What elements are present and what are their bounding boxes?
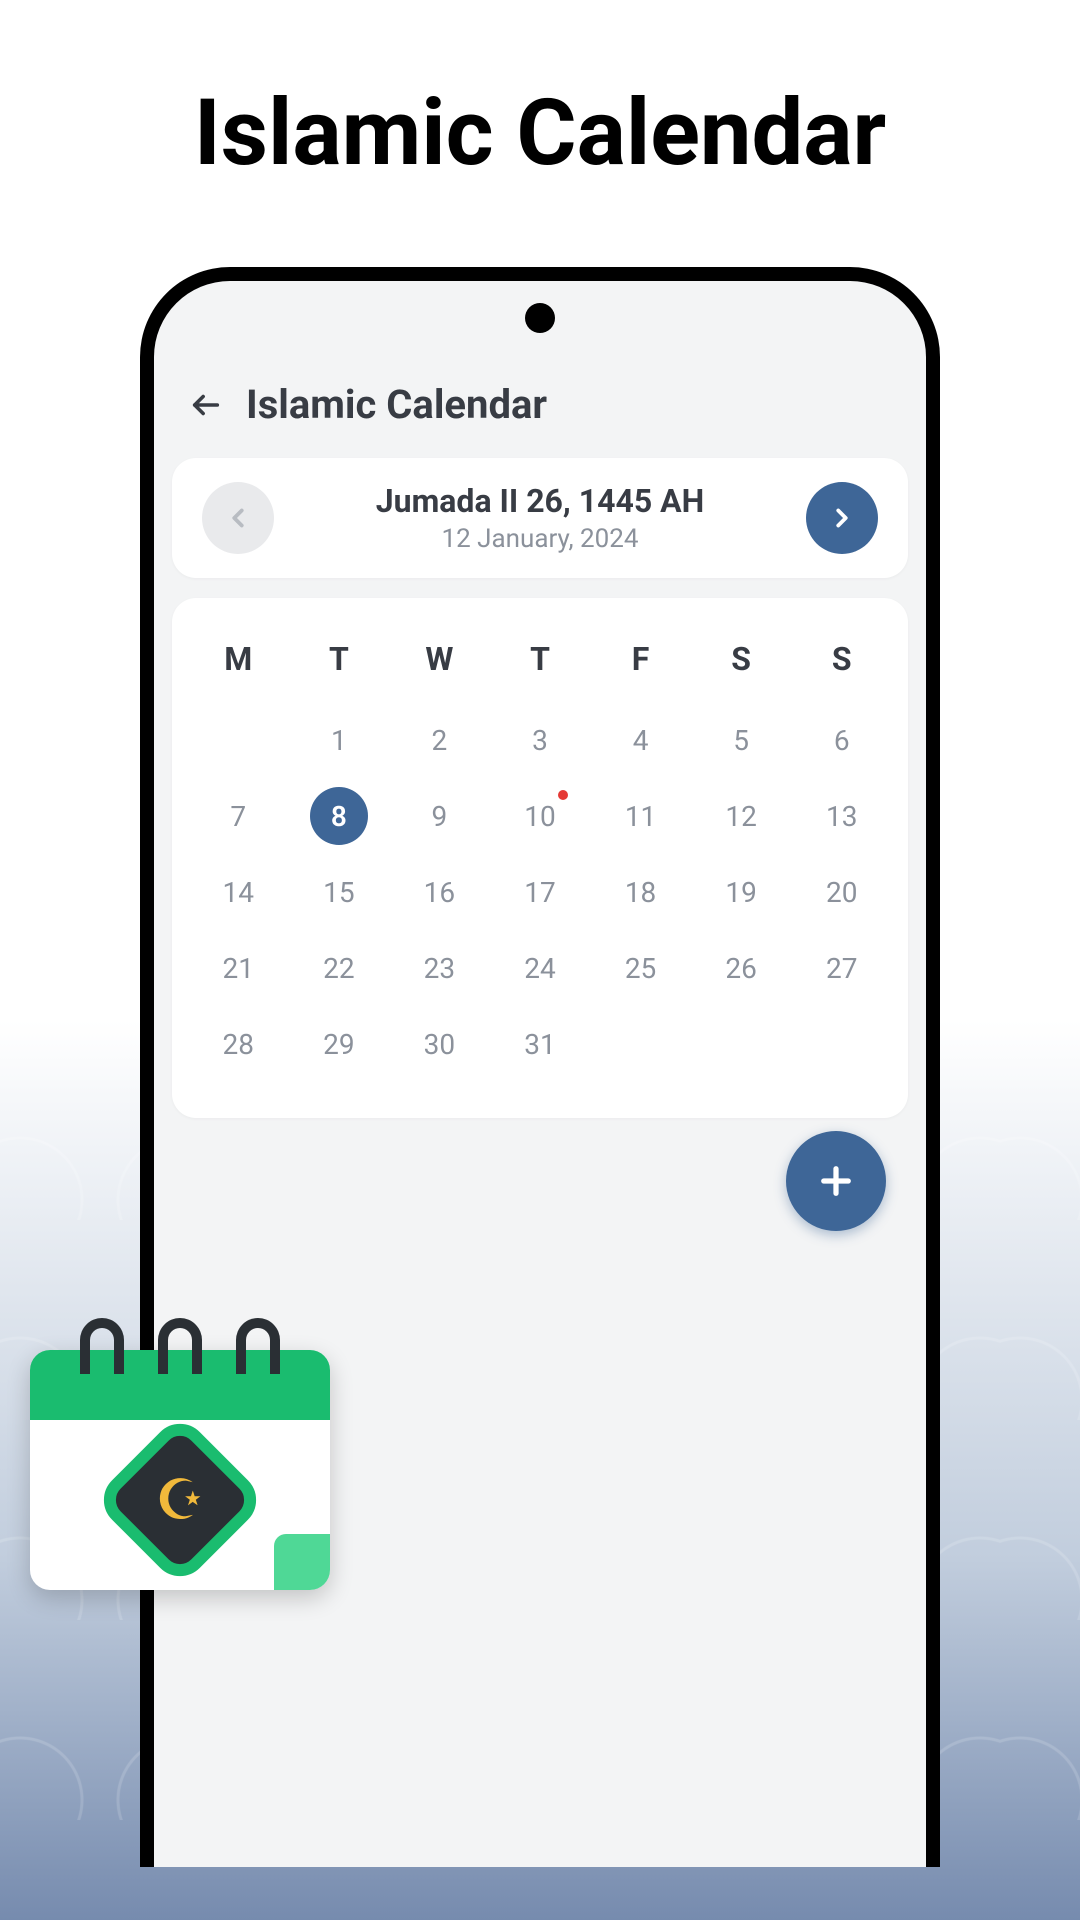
day-of-week-header: T: [494, 628, 587, 698]
chevron-left-icon: [223, 503, 253, 533]
calendar-day[interactable]: 22: [293, 934, 386, 1002]
add-event-button[interactable]: [786, 1131, 886, 1231]
calendar-day[interactable]: 20: [795, 858, 888, 926]
calendar-day[interactable]: 18: [594, 858, 687, 926]
next-month-button[interactable]: [806, 482, 878, 554]
day-of-week-header: S: [695, 628, 788, 698]
crescent-moon-icon: ☪: [155, 1467, 205, 1533]
day-of-week-header: M: [192, 628, 285, 698]
calendar-day[interactable]: 9: [393, 782, 486, 850]
gregorian-date: 12 January, 2024: [274, 524, 806, 554]
calendar-day[interactable]: 5: [695, 706, 788, 774]
calendar-day[interactable]: 30: [393, 1010, 486, 1078]
event-dot-icon: [558, 790, 568, 800]
calendar-day[interactable]: 11: [594, 782, 687, 850]
calendar-day[interactable]: 4: [594, 706, 687, 774]
calendar-day[interactable]: 31: [494, 1010, 587, 1078]
app-title: Islamic Calendar: [246, 381, 547, 428]
calendar-day[interactable]: 17: [494, 858, 587, 926]
day-of-week-header: F: [594, 628, 687, 698]
calendar-day: [695, 1010, 788, 1078]
calendar-day[interactable]: 24: [494, 934, 587, 1002]
calendar-day[interactable]: 1: [293, 706, 386, 774]
calendar-day[interactable]: 26: [695, 934, 788, 1002]
page-title: Islamic Calendar: [0, 0, 1080, 267]
app-screen: Islamic Calendar Jumada II 26, 1445 AH 1…: [154, 281, 926, 1118]
app-header: Islamic Calendar: [154, 361, 926, 448]
calendar-day[interactable]: 15: [293, 858, 386, 926]
calendar-day[interactable]: 27: [795, 934, 888, 1002]
calendar-day[interactable]: 29: [293, 1010, 386, 1078]
calendar-day[interactable]: 6: [795, 706, 888, 774]
calendar-day[interactable]: 10: [494, 782, 587, 850]
calendar-day[interactable]: 16: [393, 858, 486, 926]
calendar-day[interactable]: 12: [695, 782, 788, 850]
calendar-decoration-icon: ☪: [30, 1310, 330, 1590]
day-of-week-header: T: [293, 628, 386, 698]
phone-frame: Islamic Calendar Jumada II 26, 1445 AH 1…: [140, 267, 940, 1867]
calendar-day: [594, 1010, 687, 1078]
plus-icon: [815, 1160, 857, 1202]
calendar-day[interactable]: 23: [393, 934, 486, 1002]
day-of-week-header: S: [795, 628, 888, 698]
calendar-day[interactable]: 3: [494, 706, 587, 774]
day-of-week-header: W: [393, 628, 486, 698]
calendar-day[interactable]: 25: [594, 934, 687, 1002]
calendar-grid: MTWTFSS123456789101112131415161718192021…: [192, 628, 888, 1078]
calendar-day[interactable]: 13: [795, 782, 888, 850]
arrow-left-icon: [189, 388, 223, 422]
calendar-day[interactable]: 28: [192, 1010, 285, 1078]
calendar-day[interactable]: 21: [192, 934, 285, 1002]
chevron-right-icon: [827, 503, 857, 533]
calendar-day[interactable]: 7: [192, 782, 285, 850]
calendar-day[interactable]: 14: [192, 858, 285, 926]
date-navigator-card: Jumada II 26, 1445 AH 12 January, 2024: [172, 458, 908, 578]
prev-month-button[interactable]: [202, 482, 274, 554]
calendar-day[interactable]: 2: [393, 706, 486, 774]
hijri-date: Jumada II 26, 1445 AH: [274, 482, 806, 520]
calendar-day: [192, 706, 285, 774]
current-date-display: Jumada II 26, 1445 AH 12 January, 2024: [274, 482, 806, 554]
calendar-day: [795, 1010, 888, 1078]
phone-notch: [525, 303, 555, 333]
back-button[interactable]: [184, 383, 228, 427]
calendar-day[interactable]: 19: [695, 858, 788, 926]
calendar-day[interactable]: 8: [310, 787, 368, 845]
calendar-card: MTWTFSS123456789101112131415161718192021…: [172, 598, 908, 1118]
